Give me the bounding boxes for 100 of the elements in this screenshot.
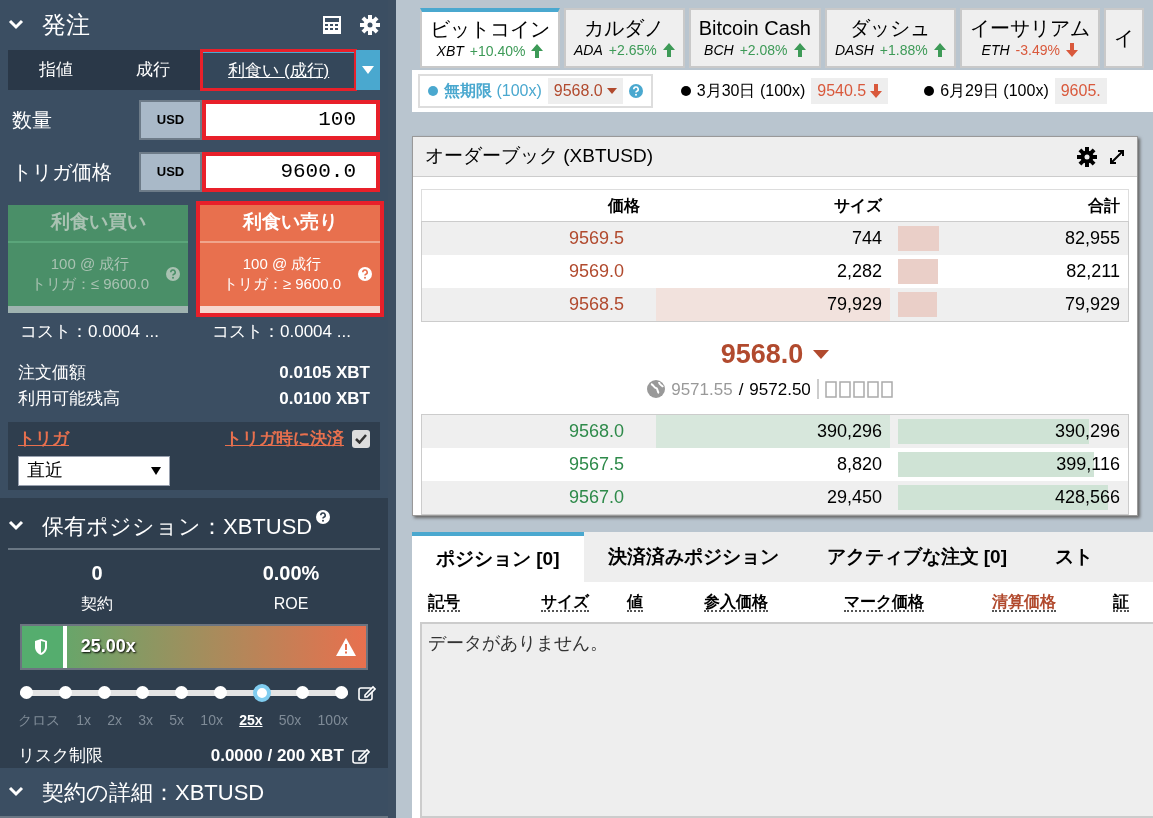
edit-icon[interactable] — [352, 747, 370, 764]
contract-tab[interactable]: 無期限 (100x) 9568.0 — [418, 74, 653, 108]
arrow-up-icon — [531, 44, 544, 58]
total-cell-text: 82,955 — [1064, 227, 1120, 250]
risk-limit-label: リスク制限 — [18, 744, 104, 767]
field-label: トリガ価格 — [11, 159, 113, 185]
slider-stop[interactable] — [175, 686, 188, 700]
help-icon[interactable] — [316, 509, 331, 524]
panel-title: 発注 — [42, 9, 91, 40]
price-cell-text: 9569.0 — [567, 260, 625, 283]
caret-down-icon — [362, 65, 374, 74]
price-cell-text: 9568.5 — [567, 293, 625, 316]
price-cell-text: 9568.0 — [567, 420, 625, 443]
price-cell-text: 9567.0 — [567, 486, 625, 509]
total-cell-text: 82,211 — [1066, 260, 1120, 283]
instrument-tab[interactable]: カルダノ ADA +2.65% — [564, 8, 685, 68]
size-cell-text: 744 — [850, 227, 883, 250]
settings-icon[interactable] — [1077, 146, 1097, 167]
fair-price: 9572.50 — [749, 378, 811, 401]
column-header[interactable]: マーク価格 — [843, 593, 924, 612]
slider-stop[interactable] — [335, 686, 348, 700]
shield-icon — [34, 638, 48, 655]
column-header: 合計 — [1087, 195, 1121, 216]
stat-label: 契約 — [81, 594, 113, 614]
order-type-tab[interactable]: 指値 — [8, 49, 105, 90]
arrow-up-icon — [933, 43, 946, 57]
price-cell-text: 9567.5 — [567, 453, 625, 476]
input-field[interactable]: 9600.0 — [202, 151, 380, 192]
slider-stop[interactable] — [58, 686, 72, 700]
depth-bar — [898, 226, 939, 251]
contract-tab[interactable]: 6月29日 (100x) 9605. — [916, 74, 1115, 108]
leverage-slider[interactable] — [20, 683, 348, 702]
column-header[interactable]: 参入価格 — [703, 593, 768, 612]
index-price: 9571.55 — [671, 378, 733, 401]
price-cell-text: 9569.5 — [567, 227, 625, 250]
edit-icon[interactable] — [358, 684, 376, 701]
order-type-tab[interactable]: 成行 — [104, 49, 202, 90]
arrow-up-icon — [793, 43, 806, 57]
trigger-link[interactable]: トリガ — [18, 426, 69, 452]
instrument-tab[interactable]: Bitcoin Cash BCH +2.08% — [688, 8, 821, 68]
column-header[interactable]: 記号 — [428, 593, 460, 612]
stat-value: 0 — [91, 561, 103, 586]
cost-text: コスト：0.0004 ... — [19, 320, 160, 343]
slider-stop[interactable] — [136, 686, 150, 700]
field-label: 数量 — [11, 107, 53, 133]
tab[interactable]: ポジション [0] — [412, 532, 584, 582]
depth-bar — [898, 292, 938, 317]
size-cell: 79,929 — [656, 288, 890, 321]
size-cell-text: 2,282 — [835, 260, 883, 283]
total-cell-text: 399,116 — [1056, 453, 1120, 476]
size-cell-text: 8,820 — [835, 453, 883, 476]
empty-message: データがありません。 — [428, 633, 608, 653]
close-on-trigger-link[interactable]: トリガ時に決済 — [225, 426, 344, 452]
expand-icon[interactable] — [1109, 148, 1125, 165]
leverage-option[interactable]: 25x — [239, 709, 263, 731]
dropdown-button[interactable] — [356, 49, 380, 90]
depth-bar — [898, 259, 939, 284]
slider-stop[interactable] — [296, 686, 310, 700]
contract-tab[interactable]: 3月30日 (100x) 9540.5 — [672, 74, 897, 108]
slider-stop[interactable] — [213, 686, 227, 700]
caret-down-icon — [151, 466, 161, 475]
unit-label: USD — [138, 99, 202, 140]
chevron-down-icon — [8, 18, 24, 31]
price-separator: / — [738, 378, 744, 401]
checkbox[interactable] — [352, 430, 370, 448]
order-type-tab[interactable]: 利食い (成行) — [201, 49, 356, 90]
column-header[interactable]: 証 — [1113, 593, 1130, 612]
settings-icon[interactable] — [360, 14, 380, 35]
instrument-tab[interactable]: ダッシュ DASH +1.88% — [824, 8, 956, 68]
panel-title: オーダーブック (XBTUSD) — [425, 144, 654, 169]
warning-icon — [336, 637, 356, 656]
input-field[interactable]: 100 — [202, 99, 380, 140]
panel-title: 契約の詳細：XBTUSD — [42, 778, 265, 807]
instrument-tab[interactable]: イーサリアム ETH -3.49% — [959, 8, 1100, 68]
stat-label: ROE — [273, 594, 309, 614]
slider-stop[interactable] — [20, 686, 33, 700]
check-icon — [355, 434, 367, 444]
panel-title: 保有ポジション：XBTUSD — [42, 512, 313, 541]
instrument-tab[interactable]: イ — [1103, 8, 1144, 68]
size-cell-text: 29,450 — [825, 486, 883, 509]
summary-label: 利用可能残高 — [18, 388, 120, 411]
unit-label: USD — [138, 151, 202, 192]
column-header[interactable]: 値 — [627, 593, 644, 612]
calculator-icon[interactable] — [322, 14, 342, 35]
total-cell-text: 428,566 — [1054, 486, 1120, 509]
leverage-value: 25.00x — [80, 635, 136, 659]
total-cell-text: 79,929 — [1064, 293, 1120, 316]
last-price: 9568.0 — [720, 338, 804, 371]
slider-stop[interactable] — [97, 686, 111, 700]
column-header[interactable]: 清算価格 — [992, 593, 1057, 612]
arrow-down-icon — [870, 84, 883, 98]
arrow-up-icon — [662, 43, 675, 57]
column-header[interactable]: サイズ — [541, 593, 590, 612]
arrow-down-icon — [1065, 43, 1078, 57]
instrument-tab[interactable]: ビットコイン XBT +10.40% — [420, 8, 560, 68]
select-field[interactable]: 直近 — [18, 455, 170, 486]
slider-stop[interactable] — [252, 683, 271, 702]
cost-text: コスト：0.0004 ... — [211, 320, 352, 343]
column-header: 価格 — [606, 195, 641, 216]
summary-value: 0.0105 XBT — [279, 362, 370, 385]
